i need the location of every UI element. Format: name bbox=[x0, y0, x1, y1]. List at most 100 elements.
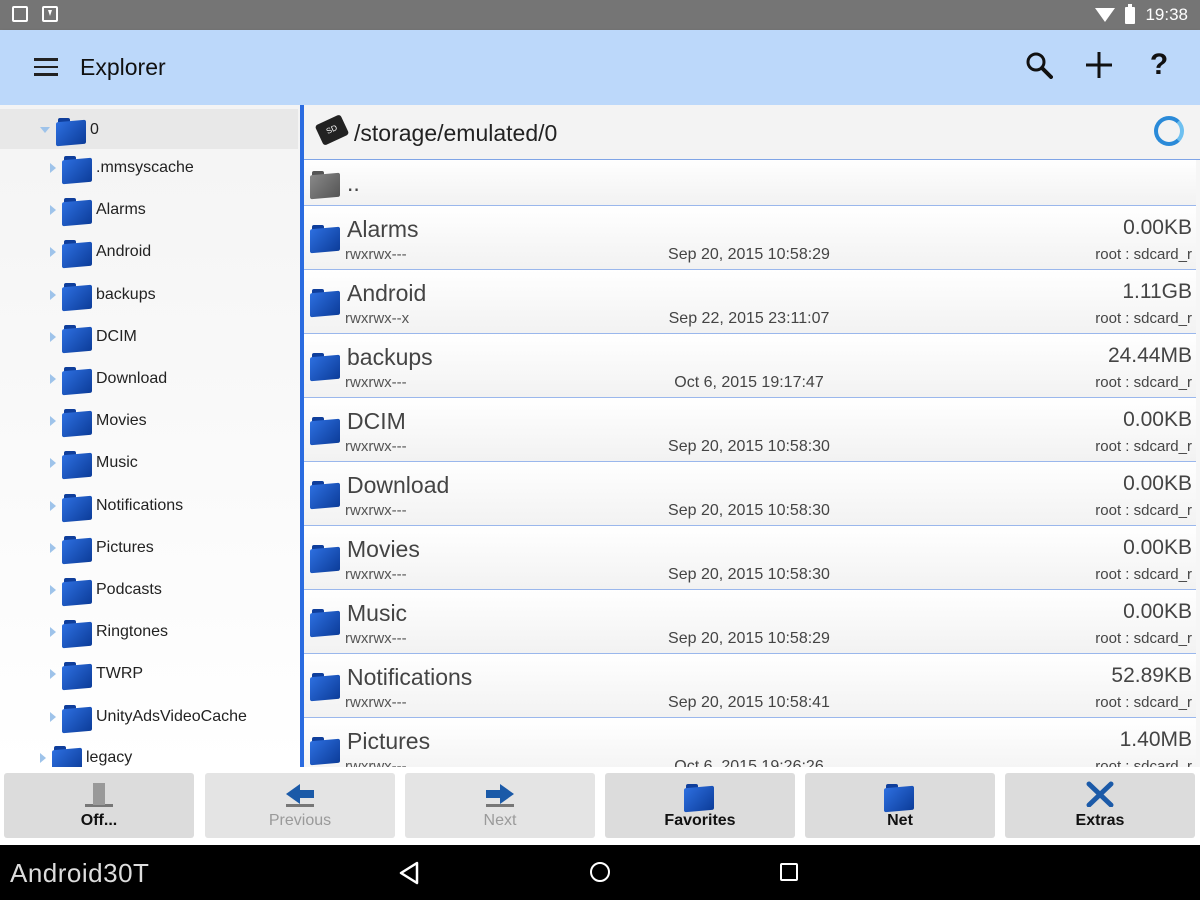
favorites-button[interactable]: Favorites bbox=[605, 773, 795, 838]
file-size: 24.44MB bbox=[1107, 344, 1192, 367]
tree-item[interactable]: .mmsyscache bbox=[50, 147, 194, 189]
file-permissions: rwxrwx--x bbox=[345, 310, 410, 327]
file-row[interactable]: Pictures rwxrwx--- Oct 6, 2015 19:26:26 1.4… bbox=[304, 718, 1196, 767]
file-row[interactable]: Notifications rwxrwx--- Sep 20, 2015 10:58… bbox=[304, 654, 1196, 718]
expand-arrow-icon[interactable] bbox=[50, 416, 56, 427]
folder-icon bbox=[62, 448, 92, 478]
folder-icon bbox=[310, 542, 342, 574]
search-icon[interactable] bbox=[1024, 48, 1054, 82]
expand-arrow-icon[interactable] bbox=[50, 627, 56, 638]
tree-item[interactable]: Ringtones bbox=[50, 611, 168, 653]
expand-arrow-icon[interactable] bbox=[50, 289, 56, 300]
back-icon[interactable] bbox=[398, 861, 420, 885]
folder-icon bbox=[310, 734, 342, 766]
file-date: Sep 20, 2015 10:58:30 bbox=[668, 566, 830, 583]
expand-arrow-icon[interactable] bbox=[50, 669, 56, 680]
file-row[interactable]: Movies rwxrwx--- Sep 20, 2015 10:58:30 0.00… bbox=[304, 526, 1196, 590]
expand-arrow-icon[interactable] bbox=[40, 753, 46, 763]
previous-button-label: Previous bbox=[268, 812, 332, 829]
net-button[interactable]: Net bbox=[805, 773, 995, 838]
off-button[interactable]: Off... bbox=[4, 773, 194, 838]
app-bar: Explorer ? bbox=[0, 30, 1200, 105]
tree-item[interactable]: UnityAdsVideoCache bbox=[50, 696, 247, 738]
file-permissions: rwxrwx--- bbox=[345, 566, 407, 583]
menu-icon[interactable] bbox=[34, 58, 58, 76]
expand-arrow-icon[interactable] bbox=[50, 163, 56, 173]
file-row[interactable]: Music rwxrwx--- Sep 20, 2015 10:58:29 0.00K… bbox=[304, 590, 1196, 654]
expand-arrow-icon[interactable] bbox=[40, 127, 50, 133]
tree-item[interactable]: Pictures bbox=[50, 527, 154, 569]
tree-item[interactable]: Music bbox=[50, 442, 138, 484]
expand-arrow-icon[interactable] bbox=[50, 205, 56, 216]
refresh-icon[interactable] bbox=[1154, 116, 1184, 146]
file-date: Sep 20, 2015 10:58:29 bbox=[668, 630, 830, 647]
add-icon[interactable] bbox=[1084, 48, 1114, 82]
file-row[interactable]: DCIM rwxrwx--- Sep 20, 2015 10:58:30 0.00KB… bbox=[304, 398, 1196, 462]
file-size: 0.00KB bbox=[1123, 408, 1192, 431]
help-icon[interactable]: ? bbox=[1144, 48, 1174, 82]
file-owner: root : sdcard_r bbox=[1095, 310, 1192, 327]
expand-arrow-icon[interactable] bbox=[50, 247, 56, 258]
tree-item[interactable]: Alarms bbox=[50, 189, 146, 231]
network-folder-icon bbox=[884, 781, 912, 807]
file-list: .. Alarms rwxrwx--- Sep 20, 2015 10:58:29 0… bbox=[304, 160, 1200, 767]
folder-icon bbox=[52, 743, 82, 767]
folder-icon bbox=[310, 478, 342, 510]
file-row[interactable]: Download rwxrwx--- Sep 20, 2015 10:58:30 0.… bbox=[304, 462, 1196, 526]
tree-item[interactable]: Notifications bbox=[50, 485, 183, 527]
extras-button[interactable]: Extras bbox=[1005, 773, 1195, 838]
tree-item[interactable]: Android bbox=[50, 231, 151, 273]
tree-item-label: Music bbox=[96, 454, 138, 472]
next-button[interactable]: Next bbox=[405, 773, 595, 838]
expand-arrow-icon[interactable] bbox=[50, 585, 56, 595]
file-permissions: rwxrwx--- bbox=[345, 246, 407, 263]
file-row[interactable]: Alarms rwxrwx--- Sep 20, 2015 10:58:29 0.00… bbox=[304, 206, 1196, 270]
tree-item-legacy[interactable]: legacy bbox=[40, 737, 132, 767]
expand-arrow-icon[interactable] bbox=[50, 500, 56, 511]
tree-item[interactable]: backups bbox=[50, 274, 156, 316]
tree-item-label: Ringtones bbox=[96, 623, 169, 641]
tree-item[interactable]: Download bbox=[50, 358, 167, 400]
folder-icon bbox=[62, 322, 92, 352]
next-button-label: Next bbox=[483, 812, 517, 829]
file-row[interactable]: backups rwxrwx--- Oct 6, 2015 19:17:47 24.4… bbox=[304, 334, 1196, 398]
tree-item[interactable]: TWRP bbox=[50, 653, 143, 695]
home-icon[interactable] bbox=[590, 862, 610, 882]
system-navigation-bar bbox=[0, 845, 1200, 900]
tree-item[interactable]: Movies bbox=[50, 400, 147, 442]
folder-icon bbox=[62, 617, 92, 647]
folder-up-icon bbox=[310, 168, 342, 200]
tree-item-label: 0 bbox=[90, 121, 99, 138]
recents-icon[interactable] bbox=[780, 863, 798, 881]
file-permissions: rwxrwx--- bbox=[345, 502, 407, 519]
file-owner: root : sdcard_r bbox=[1095, 566, 1192, 583]
file-name: backups bbox=[347, 344, 433, 370]
folder-icon bbox=[62, 702, 92, 732]
tree-item-label: .mmsyscache bbox=[96, 159, 194, 176]
file-row[interactable]: Android rwxrwx--x Sep 22, 2015 23:11:07 1.1… bbox=[304, 270, 1196, 334]
tree-item-label: Notifications bbox=[96, 496, 184, 514]
folder-icon bbox=[310, 414, 342, 446]
expand-arrow-icon[interactable] bbox=[50, 374, 56, 384]
tree-item-label: backups bbox=[96, 285, 156, 303]
bottom-toolbar: Off... Previous Next Favorites Net Extra… bbox=[0, 767, 1200, 845]
expand-arrow-icon[interactable] bbox=[50, 458, 56, 469]
expand-arrow-icon[interactable] bbox=[50, 711, 56, 722]
watermark-logo: Android30T bbox=[10, 858, 150, 888]
file-size: 1.11GB bbox=[1122, 280, 1192, 303]
file-date: Oct 6, 2015 19:26:26 bbox=[674, 758, 824, 767]
file-date: Sep 20, 2015 10:58:30 bbox=[668, 438, 830, 455]
tree-item-root[interactable]: 0 bbox=[40, 109, 99, 151]
file-permissions: rwxrwx--- bbox=[345, 758, 407, 767]
favorites-folder-icon bbox=[684, 781, 712, 807]
extras-button-label: Extras bbox=[1075, 812, 1125, 829]
parent-directory-row[interactable]: .. bbox=[304, 160, 1196, 206]
tree-item[interactable]: DCIM bbox=[50, 316, 137, 358]
expand-arrow-icon[interactable] bbox=[50, 331, 56, 342]
expand-arrow-icon[interactable] bbox=[50, 542, 56, 553]
file-date: Sep 20, 2015 10:58:29 bbox=[668, 246, 830, 263]
tree-item[interactable]: Podcasts bbox=[50, 569, 162, 611]
previous-button[interactable]: Previous bbox=[205, 773, 395, 838]
file-permissions: rwxrwx--- bbox=[345, 630, 407, 647]
folder-tree: 0 .mmsyscache Alarms Android backups DCIM Dow… bbox=[0, 105, 300, 767]
